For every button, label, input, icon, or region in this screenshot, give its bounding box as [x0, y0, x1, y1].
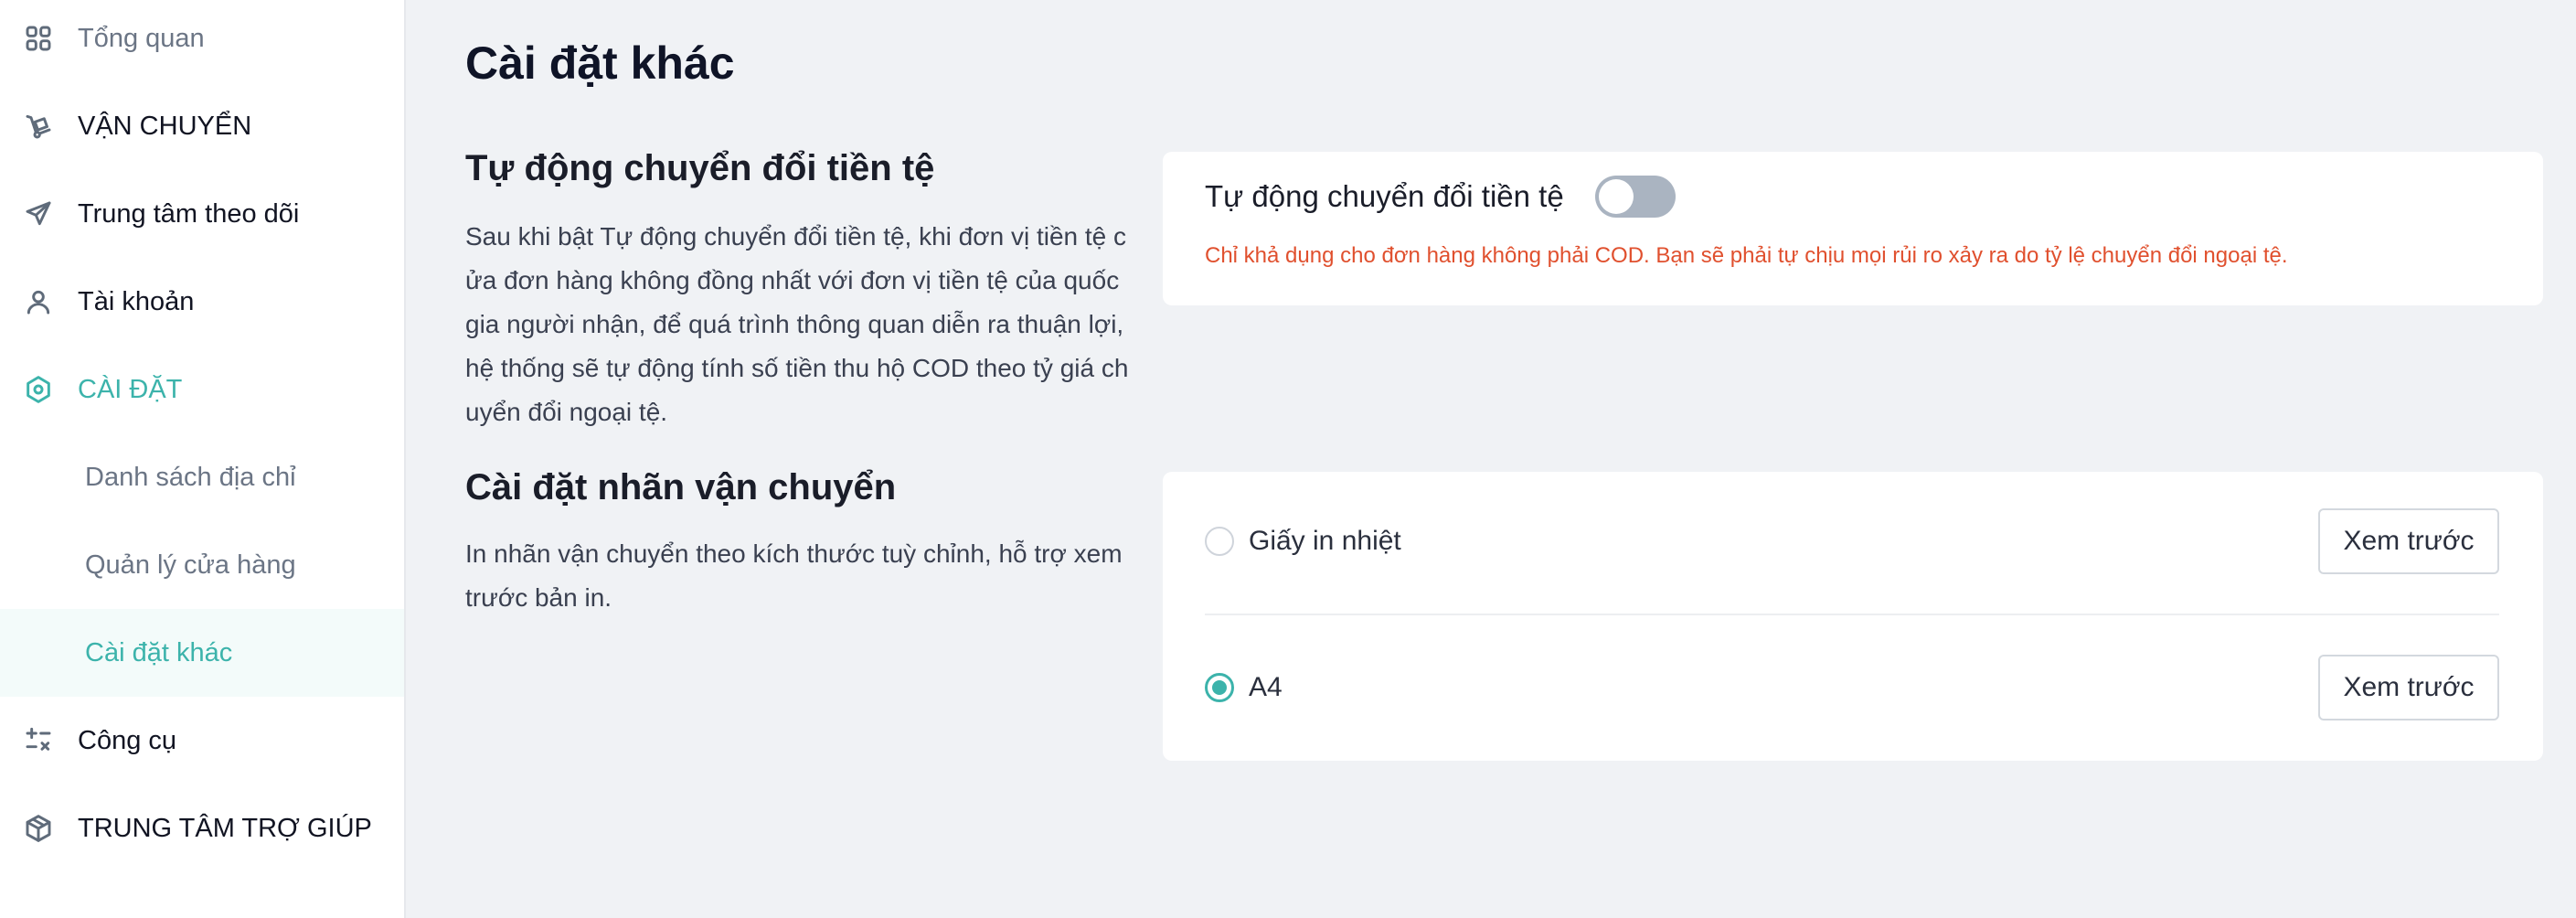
thermal-preview-button[interactable]: Xem trước — [2318, 508, 2499, 574]
box-icon — [22, 812, 55, 845]
thermal-paper-radio[interactable] — [1205, 527, 1234, 556]
dolly-icon — [22, 110, 55, 143]
send-icon — [22, 197, 55, 230]
user-icon — [22, 285, 55, 318]
sidebar-item-label: Cài đặt khác — [85, 637, 233, 667]
currency-card: Tự động chuyển đổi tiền tệ Chỉ khả dụng … — [1163, 152, 2543, 305]
calculator-icon — [22, 724, 55, 757]
divider — [1205, 614, 2499, 615]
sidebar-item-label: Tài khoản — [78, 286, 195, 316]
sidebar-item-shipping[interactable]: VẬN CHUYỂN — [0, 82, 404, 170]
label-section-title: Cài đặt nhãn vận chuyển — [465, 467, 897, 507]
sidebar-item-label: Tổng quan — [78, 23, 205, 53]
sidebar-item-label: TRUNG TÂM TRỢ GIÚP — [78, 813, 372, 843]
currency-toggle[interactable] — [1594, 176, 1676, 218]
sidebar: Tổng quan VẬN CHUYỂN Trung tâm theo dõi … — [0, 0, 406, 918]
a4-radio[interactable] — [1205, 673, 1234, 702]
option-a4: A4 Xem trước — [1205, 655, 2499, 721]
sidebar-item-other-settings[interactable]: Cài đặt khác — [0, 609, 404, 697]
sidebar-item-store-management[interactable]: Quản lý cửa hàng — [0, 521, 404, 609]
sidebar-item-address-list[interactable]: Danh sách địa chỉ — [0, 433, 404, 521]
currency-section-description: Sau khi bật Tự động chuyển đổi tiền tệ, … — [465, 222, 1129, 426]
currency-toggle-label: Tự động chuyển đổi tiền tệ — [1205, 179, 1564, 213]
sidebar-item-tools[interactable]: Công cụ — [0, 697, 404, 785]
sidebar-item-label: Quản lý cửa hàng — [85, 550, 296, 580]
label-section-description: In nhãn vận chuyển theo kích thước tuỳ c… — [465, 539, 1123, 612]
sidebar-item-settings[interactable]: CÀI ĐẶT — [0, 346, 404, 433]
sidebar-item-label: Trung tâm theo dõi — [78, 198, 300, 229]
thermal-paper-label[interactable]: Giấy in nhiệt — [1249, 526, 1401, 557]
settings-hex-icon — [22, 373, 55, 406]
sidebar-item-tracking[interactable]: Trung tâm theo dõi — [0, 170, 404, 258]
a4-label[interactable]: A4 — [1249, 672, 1283, 703]
a4-preview-button[interactable]: Xem trước — [2318, 655, 2499, 721]
option-thermal-paper: Giấy in nhiệt Xem trước — [1205, 508, 2499, 574]
currency-warning-text: Chỉ khả dụng cho đơn hàng không phải COD… — [1205, 243, 2288, 268]
page-title: Cài đặt khác — [465, 37, 735, 89]
toggle-knob — [1598, 179, 1634, 214]
sidebar-item-label: Công cụ — [78, 725, 177, 755]
label-card: Giấy in nhiệt Xem trước A4 Xem trước — [1163, 472, 2543, 761]
sidebar-item-overview[interactable]: Tổng quan — [0, 0, 404, 82]
currency-section-title: Tự động chuyển đổi tiền tệ — [465, 148, 935, 188]
sidebar-item-label: CÀI ĐẶT — [78, 374, 183, 404]
sidebar-item-help-center[interactable]: TRUNG TÂM TRỢ GIÚP — [0, 785, 404, 872]
sidebar-item-label: VẬN CHUYỂN — [78, 111, 252, 141]
sidebar-item-account[interactable]: Tài khoản — [0, 258, 404, 346]
dashboard-icon — [22, 22, 55, 55]
sidebar-item-label: Danh sách địa chỉ — [85, 462, 296, 492]
currency-toggle-row: Tự động chuyển đổi tiền tệ — [1205, 176, 1676, 218]
